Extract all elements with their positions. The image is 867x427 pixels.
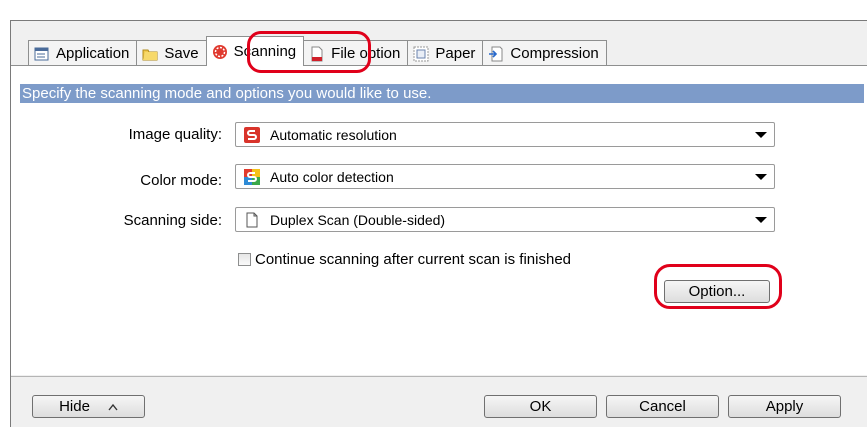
color-mode-value: Auto color detection [270, 168, 394, 185]
chevron-up-icon [108, 398, 118, 415]
continue-scanning-option[interactable]: Continue scanning after current scan is … [238, 251, 571, 268]
paper-icon [413, 46, 429, 62]
scanning-tab-highlight [247, 31, 371, 73]
scanning-icon [212, 44, 228, 60]
instruction-banner: Specify the scanning mode and options yo… [20, 84, 864, 103]
continue-scanning-label: Continue scanning after current scan is … [255, 251, 572, 268]
folder-icon [142, 46, 158, 62]
title-area [0, 0, 867, 20]
hide-button[interactable]: Hide [32, 395, 145, 418]
chevron-down-icon [755, 174, 767, 180]
cancel-button[interactable]: Cancel [606, 395, 719, 418]
auto-color-icon [244, 168, 260, 185]
compression-icon [488, 46, 504, 62]
duplex-page-icon [244, 212, 260, 228]
tab-paper[interactable]: Paper [407, 40, 484, 66]
tab-compression[interactable]: Compression [482, 40, 607, 66]
tab-save-label: Save [164, 45, 199, 62]
option-button-highlight [654, 264, 782, 309]
image-quality-value: Automatic resolution [270, 126, 397, 143]
scanning-side-label: Scanning side: [123, 212, 222, 229]
tab-application-label: Application [56, 45, 130, 62]
chevron-down-icon [755, 132, 767, 138]
application-icon [34, 46, 50, 62]
hide-button-label: Hide [59, 398, 90, 415]
tab-application[interactable]: Application [28, 40, 138, 66]
image-quality-select[interactable]: Automatic resolution [235, 122, 775, 147]
automatic-resolution-icon [244, 126, 260, 143]
scanning-side-select[interactable]: Duplex Scan (Double-sided) [235, 207, 775, 232]
continue-scanning-checkbox[interactable] [238, 253, 251, 266]
tab-paper-label: Paper [435, 45, 476, 62]
scanning-side-value: Duplex Scan (Double-sided) [270, 211, 446, 228]
ok-button[interactable]: OK [484, 395, 597, 418]
apply-button[interactable]: Apply [728, 395, 841, 418]
color-mode-label: Color mode: [140, 172, 222, 189]
tab-save[interactable]: Save [136, 40, 207, 66]
tab-compression-label: Compression [510, 45, 599, 62]
chevron-down-icon [755, 217, 767, 223]
image-quality-label: Image quality: [128, 126, 222, 143]
color-mode-select[interactable]: Auto color detection [235, 164, 775, 189]
